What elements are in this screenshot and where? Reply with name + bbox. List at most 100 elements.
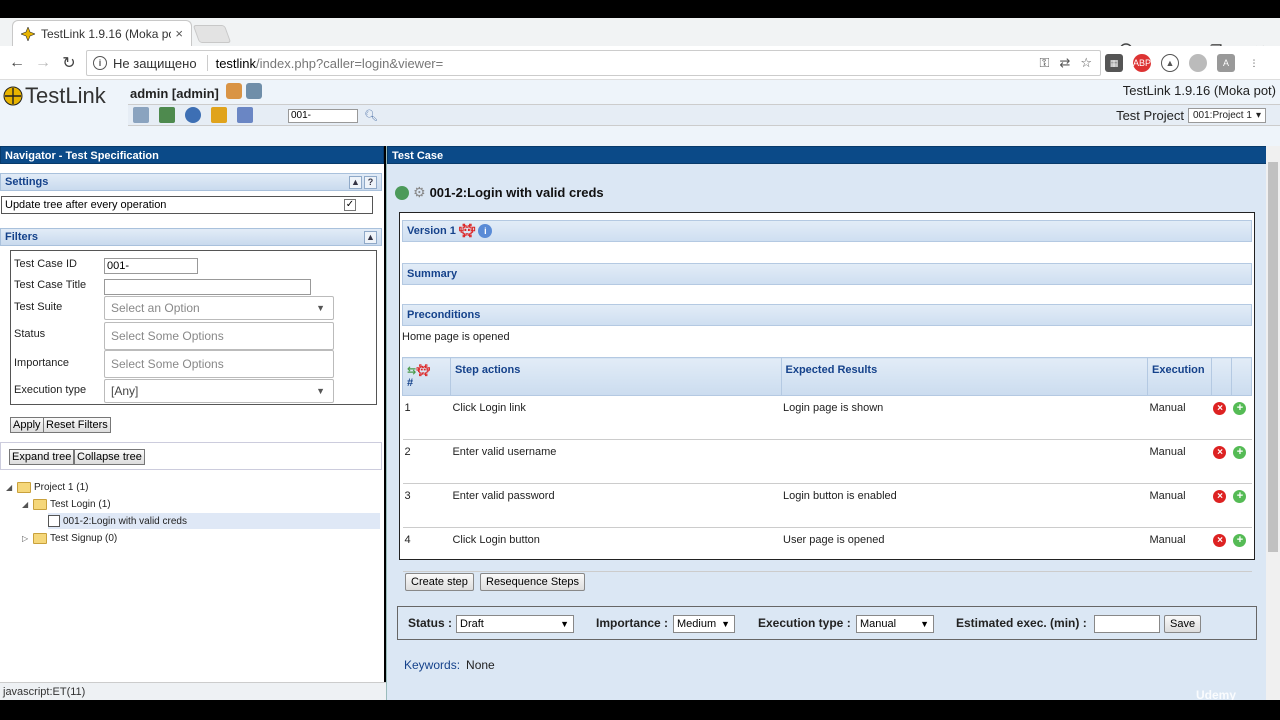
browser-tab[interactable]: TestLink 1.9.16 (Moka po × [12,20,192,46]
project-select[interactable]: 001:Project 1 ▾ [1188,108,1266,123]
step-expected[interactable]: Login page is shown [781,395,1148,440]
delete-step-icon[interactable]: × [1213,490,1227,503]
gear-icon[interactable]: ⚙ [413,184,426,201]
table-row[interactable]: 3 Enter valid password Login button is e… [402,483,1252,528]
delete-step-icon[interactable]: × [1213,402,1227,415]
step-expected[interactable]: Login button is enabled [781,483,1148,528]
importance-select[interactable]: Medium ▼ [673,615,735,633]
test-spec-icon[interactable] [159,107,175,123]
add-step-icon[interactable]: + [1233,446,1247,459]
add-step-icon[interactable]: + [1233,534,1247,547]
update-tree-checkbox[interactable]: ✓ [344,199,356,211]
step-action[interactable]: Enter valid username [450,439,781,484]
testlink-logo[interactable]: TestLink [3,83,106,109]
step-actions-header: Step actions [449,357,782,396]
add-step-icon[interactable]: + [1233,490,1247,503]
help-icon[interactable]: ? [364,176,377,189]
reset-filters-button[interactable]: Reset Filters [43,417,111,433]
tree-expanded-icon[interactable]: ◢ [22,500,30,509]
filters-header[interactable]: Filters ▲ [0,228,382,246]
importance-attr-label: Importance : [596,616,669,630]
reload-icon[interactable]: ↻ [58,52,80,74]
tree-node-label: Test Login (1) [50,498,111,510]
status-label: Status [14,328,46,340]
bookmark-star-icon[interactable]: ☆ [1080,55,1092,71]
personal-settings-icon[interactable] [226,83,242,99]
step-number: 3 [402,483,451,528]
collapse-tree-button[interactable]: Collapse tree [74,449,145,465]
info-icon[interactable]: i [478,224,493,238]
navigate-icon[interactable] [395,185,409,200]
forward-icon[interactable]: → [32,52,54,74]
status-select[interactable]: Draft ▼ [456,615,574,633]
drive-icon[interactable]: ▲ [1161,54,1179,72]
delete-step-icon[interactable]: × [1213,446,1227,459]
step-expected[interactable]: User page is opened [781,527,1148,572]
circle-extension-icon[interactable] [1189,54,1207,72]
bug-icon[interactable]: 👾︎ [416,365,430,377]
settings-title: Settings [5,176,49,188]
tree-collapsed-icon[interactable]: ▷ [22,534,30,543]
importance-placeholder: Select Some Options [111,357,224,371]
scrollbar-thumb[interactable] [1268,162,1278,552]
tree-expanded-icon[interactable]: ◢ [6,483,14,492]
extension-icon[interactable]: ▦ [1105,54,1123,72]
apply-button[interactable]: Apply [10,417,44,433]
step-action[interactable]: Enter valid password [450,483,781,528]
step-expected[interactable] [781,439,1148,484]
status-multiselect[interactable]: Select Some Options [104,322,334,350]
expand-tree-button[interactable]: Expand tree [9,449,75,465]
resequence-steps-button[interactable]: Resequence Steps [480,573,585,591]
reorder-icon[interactable]: ⇆ [407,365,416,377]
exec-type-value: [Any] [111,384,139,398]
testcase-icon [48,515,60,527]
vertical-scrollbar[interactable] [1266,146,1280,700]
tree-node-project[interactable]: ◢ Project 1 (1) [6,479,88,495]
desktop-icon[interactable] [133,107,149,123]
step-action[interactable]: Click Login link [450,395,781,440]
step-action[interactable]: Click Login button [450,527,781,572]
url-input[interactable]: i Не защищено testlink /index.php?caller… [86,50,1101,76]
collapse-filters-icon[interactable]: ▲ [364,231,377,244]
settings-header[interactable]: Settings ▲ ? [0,173,382,191]
testcase-search-input[interactable]: 001- [288,109,358,123]
logout-icon[interactable] [246,83,262,99]
pdf-extension-icon[interactable]: A [1217,54,1235,72]
collapse-settings-icon[interactable]: ▲ [349,176,362,189]
adblock-icon[interactable]: ABP [1133,54,1151,72]
create-step-button[interactable]: Create step [405,573,474,591]
execute-icon[interactable] [211,107,227,123]
bug-icon[interactable]: 👾︎ [459,221,476,241]
info-icon[interactable]: i [93,56,107,70]
tree-node-test-login[interactable]: ◢ Test Login (1) [22,496,111,512]
tree-node-test-signup[interactable]: ▷ Test Signup (0) [22,530,117,546]
delete-step-icon[interactable]: × [1213,534,1227,547]
tab-close-icon[interactable]: × [175,26,183,41]
tc-title-input[interactable] [104,279,311,295]
edit-icon[interactable] [237,107,253,123]
step-execution: Manual [1147,483,1212,528]
new-tab-button[interactable] [192,25,232,43]
suite-select[interactable]: Select an Option ▼ [104,296,334,320]
keywords-label: Keywords: [404,658,461,672]
search-icon[interactable]: 🔍︎ [364,109,378,122]
tree-node-testcase[interactable]: 001-2:Login with valid creds [48,513,380,529]
importance-multiselect[interactable]: Select Some Options [104,350,334,378]
num-header-label: # [407,377,414,389]
exec-type-select[interactable]: [Any] ▼ [104,379,334,403]
key-icon[interactable]: ⚿ [1040,55,1050,71]
tc-id-input[interactable]: 001- [104,258,198,274]
menu-kebab-icon[interactable]: ⋮ [1245,54,1263,72]
url-host: testlink [215,55,257,71]
table-row[interactable]: 1 Click Login link Login page is shown M… [402,395,1252,440]
back-icon[interactable]: ← [6,52,28,74]
estimated-exec-input[interactable] [1094,615,1160,633]
add-step-icon[interactable]: + [1233,402,1247,415]
user-management-icon[interactable] [185,107,201,123]
save-button[interactable]: Save [1164,615,1202,633]
table-row[interactable]: 2 Enter valid username Manual × + [402,439,1252,484]
translate-icon[interactable]: ⇄ [1059,55,1070,71]
exec-type-select[interactable]: Manual ▼ [856,615,934,633]
table-row[interactable]: 4 Click Login button User page is opened… [402,527,1252,572]
logo-text: TestLink [25,83,106,108]
